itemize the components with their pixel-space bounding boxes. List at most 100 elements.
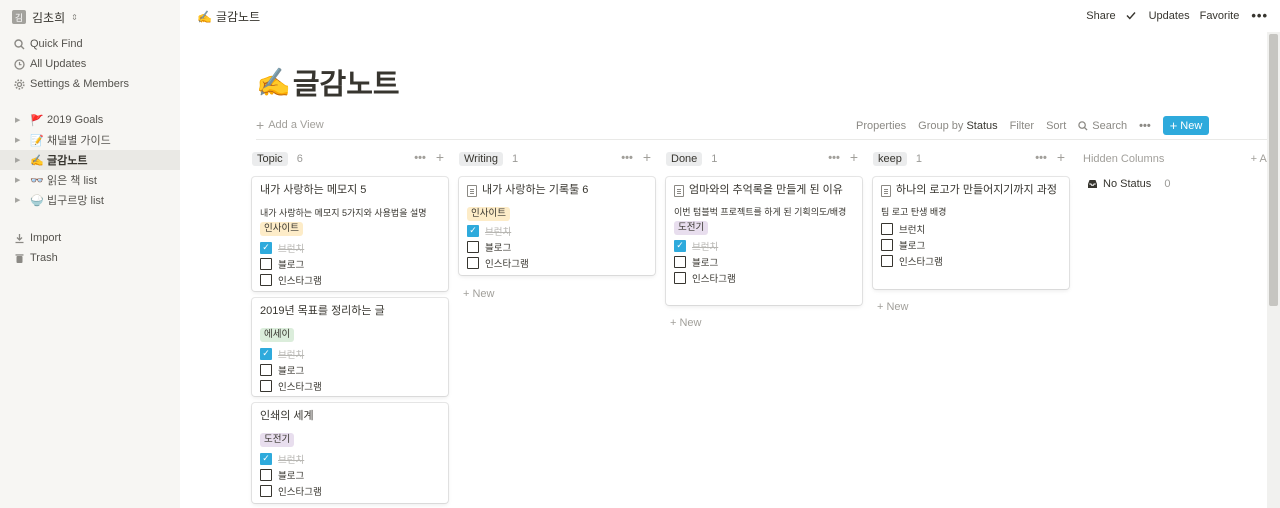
hidden-column-no-status[interactable]: No Status 0 xyxy=(1087,178,1170,190)
checkbox-checked[interactable]: ✓ xyxy=(467,224,479,237)
properties-button[interactable]: Properties xyxy=(856,120,906,132)
sidebar: 김 김초희 ⇕ Quick Find All Updates Settings … xyxy=(0,0,180,508)
checkbox-label: 브런치 xyxy=(278,454,305,466)
sidebar-settings[interactable]: Settings & Members xyxy=(0,74,180,94)
sidebar-trash[interactable]: Trash xyxy=(0,248,180,268)
search-button[interactable]: Search xyxy=(1078,120,1127,132)
checkbox-label: 블로그 xyxy=(278,470,305,482)
sort-button[interactable]: Sort xyxy=(1046,120,1066,132)
more-options-button[interactable]: ••• xyxy=(1251,8,1268,23)
add-view-button[interactable]: + Add a View xyxy=(256,117,324,133)
writing-hand-icon[interactable]: ✍️ xyxy=(256,66,291,99)
caret-right-icon[interactable]: ▶ xyxy=(15,196,25,204)
add-card-button[interactable]: + New xyxy=(670,317,702,329)
checkbox[interactable] xyxy=(260,484,272,497)
sidebar-page-channel-guide[interactable]: ▶ 📝 채널별 가이드 xyxy=(0,130,180,150)
add-card-button[interactable]: + New xyxy=(463,288,495,300)
checkbox-checked[interactable]: ✓ xyxy=(674,239,686,252)
add-icon[interactable]: + xyxy=(1057,150,1065,164)
board-card[interactable]: 내가 사랑하는 기록툴 6 인사이트 ✓ 브런치 블로그 인스타그램 xyxy=(459,177,655,275)
caret-right-icon[interactable]: ▶ xyxy=(15,156,25,164)
board-card[interactable]: 인쇄의 세계 도전기 ✓ 브런치 블로그 인스타그램 xyxy=(252,403,448,503)
checkbox[interactable] xyxy=(881,238,893,251)
card-title: 인쇄의 세계 xyxy=(260,409,440,424)
checkbox-checked[interactable]: ✓ xyxy=(260,347,272,360)
page-title[interactable]: ✍️ 글감노트 xyxy=(256,61,400,103)
checkbox-row: 블로그 xyxy=(260,363,440,377)
plus-icon: + xyxy=(256,117,265,133)
hidden-columns-header: Hidden Columns + Ad xyxy=(1083,148,1273,170)
checkbox[interactable] xyxy=(881,254,893,267)
new-button[interactable]: + New xyxy=(1162,116,1210,135)
checkbox[interactable] xyxy=(260,379,272,392)
add-icon[interactable]: + xyxy=(850,150,858,164)
scrollbar-thumb[interactable] xyxy=(1269,34,1278,306)
share-button[interactable]: Share xyxy=(1086,10,1115,22)
column-name-tag[interactable]: Done xyxy=(666,152,703,166)
sidebar-page-bib-gourmand[interactable]: ▶ 🍚 빕구르망 list xyxy=(0,190,180,210)
hidden-columns-label: Hidden Columns xyxy=(1083,153,1165,165)
clock-icon xyxy=(13,58,25,70)
board-column-topic: Topic 6 ••• + 내가 사랑하는 메모지 5 내가 사랑하는 메모지 5… xyxy=(252,148,448,503)
checkbox[interactable] xyxy=(674,271,686,284)
checkbox-label: 브런치 xyxy=(278,243,305,255)
column-name-tag[interactable]: keep xyxy=(873,152,907,166)
caret-right-icon[interactable]: ▶ xyxy=(15,176,25,184)
favorite-button[interactable]: Favorite xyxy=(1200,10,1240,22)
view-more-button[interactable]: ••• xyxy=(1139,120,1151,132)
checkbox-row: 인스타그램 xyxy=(260,379,440,393)
board-card[interactable]: 하나의 로고가 만들어지기까지 과정 팀 로고 탄생 배경 브런치 블로그 인스… xyxy=(873,177,1069,289)
workspace-switcher[interactable]: 김 김초희 ⇕ xyxy=(12,8,78,26)
sidebar-page-2019-goals[interactable]: ▶ 🚩 2019 Goals xyxy=(0,110,180,130)
sidebar-all-updates[interactable]: All Updates xyxy=(0,54,180,74)
board-card[interactable]: 내가 사랑하는 메모지 5 내가 사랑하는 메모지 5가지와 사용법을 설명 인… xyxy=(252,177,448,291)
sidebar-page-reading-list[interactable]: ▶ 👓 읽은 책 list xyxy=(0,170,180,190)
checkbox[interactable] xyxy=(260,273,272,286)
vertical-scrollbar[interactable] xyxy=(1267,32,1280,508)
breadcrumb[interactable]: ✍️ 글감노트 xyxy=(197,8,260,25)
checkbox-label: 브런치 xyxy=(899,224,926,236)
checkbox[interactable] xyxy=(260,257,272,270)
checkbox-checked[interactable]: ✓ xyxy=(260,452,272,465)
board-card[interactable]: 엄마와의 추억록을 만들게 된 이유 이번 텀블벅 프로젝트를 하게 된 기획의… xyxy=(666,177,862,305)
board-card[interactable]: 2019년 목표를 정리하는 글 에세이 ✓ 브런치 블로그 인스타그램 xyxy=(252,298,448,396)
checkbox-label: 인스타그램 xyxy=(278,486,322,498)
hidden-columns: Hidden Columns + Ad No Status 0 xyxy=(1083,148,1273,190)
add-view-label: Add a View xyxy=(268,119,324,131)
column-name-tag[interactable]: Topic xyxy=(252,152,288,166)
checkbox[interactable] xyxy=(260,468,272,481)
updates-button[interactable]: Updates xyxy=(1126,10,1190,22)
column-name-tag[interactable]: Writing xyxy=(459,152,504,166)
checkbox-row: ✓ 브런치 xyxy=(260,241,440,255)
add-card-button[interactable]: + New xyxy=(877,301,909,313)
filter-button[interactable]: Filter xyxy=(1010,120,1034,132)
checkbox[interactable] xyxy=(881,222,893,235)
sidebar-item-label: 글감노트 xyxy=(47,155,88,167)
more-icon[interactable]: ••• xyxy=(621,152,633,164)
workspace-avatar: 김 xyxy=(12,10,26,24)
caret-right-icon[interactable]: ▶ xyxy=(15,136,25,144)
checkbox[interactable] xyxy=(467,256,479,269)
more-icon[interactable]: ••• xyxy=(1035,152,1047,164)
sidebar-quick-find[interactable]: Quick Find xyxy=(0,34,180,54)
checkbox-label: 브런치 xyxy=(692,241,719,253)
add-icon[interactable]: + xyxy=(643,150,651,164)
more-icon[interactable]: ••• xyxy=(828,152,840,164)
checkbox[interactable] xyxy=(674,255,686,268)
caret-right-icon[interactable]: ▶ xyxy=(15,116,25,124)
checkbox-checked[interactable]: ✓ xyxy=(260,241,272,254)
more-icon[interactable]: ••• xyxy=(414,152,426,164)
group-by-button[interactable]: Group by Status xyxy=(918,120,998,132)
plus-icon: + xyxy=(1169,118,1178,133)
card-tag: 도전기 xyxy=(674,221,709,235)
add-icon[interactable]: + xyxy=(436,150,444,164)
column-actions: ••• + xyxy=(414,150,444,164)
checkbox[interactable] xyxy=(467,240,479,253)
sidebar-import[interactable]: Import xyxy=(0,228,180,248)
sidebar-page-writing-notes[interactable]: ▶ ✍️ 글감노트 xyxy=(0,150,180,170)
checkbox-label: 인스타그램 xyxy=(278,381,322,393)
checkbox-row: 인스타그램 xyxy=(467,256,647,270)
page-title-text[interactable]: 글감노트 xyxy=(293,61,400,103)
checkbox-row: 인스타그램 xyxy=(260,273,440,287)
checkbox[interactable] xyxy=(260,363,272,376)
